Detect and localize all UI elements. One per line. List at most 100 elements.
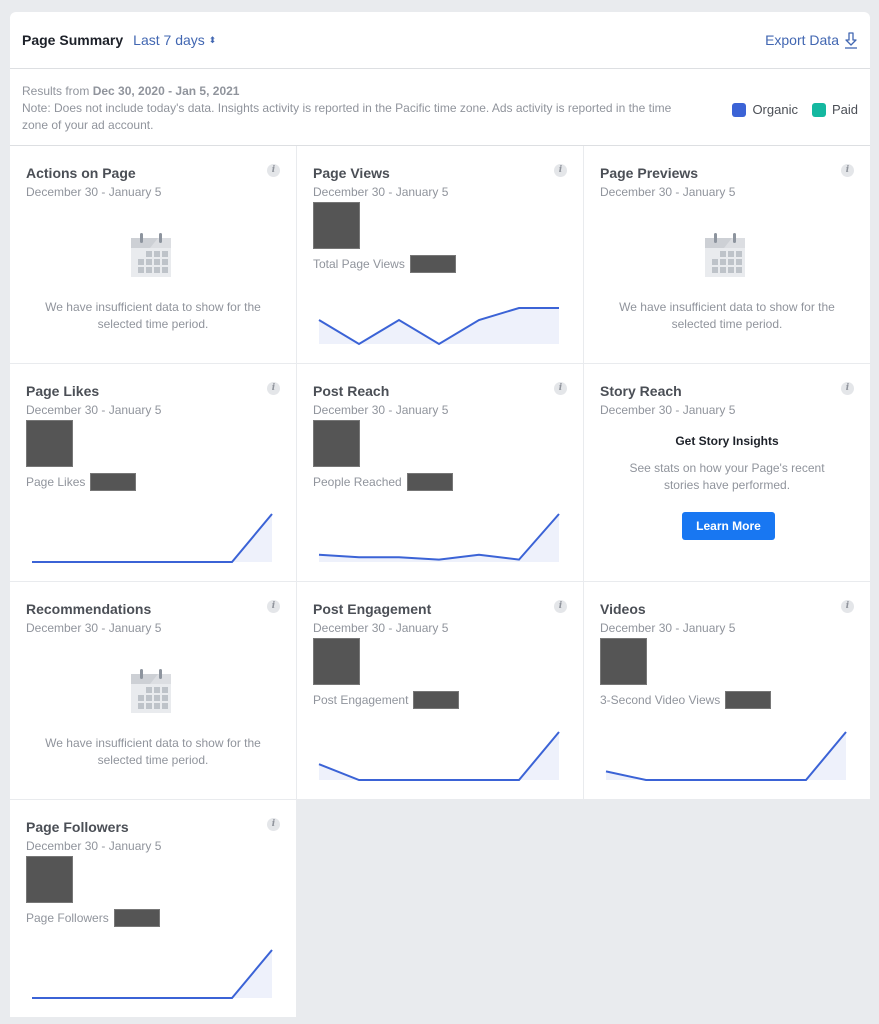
sparkline-line (318, 731, 560, 781)
story-insights-description: See stats on how your Page's recent stor… (629, 461, 825, 492)
metric-label-row: Page Followers (26, 909, 160, 927)
insufficient-data-message: We have insufficient data to show for th… (45, 736, 261, 767)
metric-label-row: 3-Second Video Views (600, 691, 772, 709)
card-post-reach: Post Reach December 30 - January 5 i Peo… (297, 364, 583, 581)
redacted-metric-value (26, 420, 73, 467)
info-icon[interactable]: i (554, 382, 567, 395)
sparkline-line (605, 731, 847, 781)
card-post-engagement: Post Engagement December 30 - January 5 … (297, 582, 583, 799)
redacted-metric-change (406, 473, 453, 491)
card-page-previews: Page Previews December 30 - January 5 i … (584, 146, 870, 363)
info-icon[interactable]: i (267, 818, 280, 831)
card-page-views: Page Views December 30 - January 5 i Tot… (297, 146, 583, 363)
results-range-line: Results from Dec 30, 2020 - Jan 5, 2021 (22, 83, 858, 100)
redacted-metric-value (26, 856, 73, 903)
calendar-icon (130, 668, 172, 719)
card-recommendations: Recommendations December 30 - January 5 … (10, 582, 296, 799)
card-date-range: December 30 - January 5 (600, 403, 736, 417)
card-title: Videos (600, 601, 646, 617)
page-summary-panel: Page Summary Last 7 days ⬍ Export Data R… (10, 12, 870, 146)
calendar-icon (130, 232, 172, 283)
sparkline-area (32, 950, 272, 998)
card-page-likes: Page Likes December 30 - January 5 i Pag… (10, 364, 296, 581)
info-icon[interactable]: i (267, 164, 280, 177)
info-icon[interactable]: i (267, 600, 280, 613)
results-info: Results from Dec 30, 2020 - Jan 5, 2021 … (10, 69, 870, 146)
metric-label-row: Post Engagement (313, 691, 460, 709)
calendar-icon (704, 232, 746, 283)
sparkline-area (319, 308, 559, 344)
date-range-label: Last 7 days (133, 32, 205, 48)
info-icon[interactable]: i (841, 382, 854, 395)
metric-label: 3-Second Video Views (600, 693, 721, 707)
redacted-metric-value (313, 638, 360, 685)
results-prefix: Results from (22, 84, 93, 98)
sparkline-chart (32, 949, 273, 999)
redacted-metric-value (600, 638, 647, 685)
redacted-metric-change (413, 691, 460, 709)
redacted-metric-change (409, 255, 456, 273)
sparkline-line (318, 513, 560, 561)
metric-label: Post Engagement (313, 693, 409, 707)
card-page-followers: Page Followers December 30 - January 5 i… (10, 800, 296, 1017)
sparkline-area (606, 732, 846, 780)
card-title: Post Engagement (313, 601, 432, 617)
redacted-metric-change (113, 909, 160, 927)
metric-label: Page Followers (26, 911, 109, 925)
card-title: Recommendations (26, 601, 152, 617)
insufficient-data-message: We have insufficient data to show for th… (45, 300, 261, 331)
sparkline-line (32, 513, 273, 563)
info-icon[interactable]: i (554, 164, 567, 177)
redacted-metric-value (313, 420, 360, 467)
metric-label: People Reached (313, 475, 402, 489)
card-title: Page Views (313, 165, 390, 181)
card-story-reach: Story Reach December 30 - January 5 i Get… (584, 364, 870, 581)
sparkline-chart (605, 731, 847, 781)
card-title: Story Reach (600, 383, 682, 399)
card-actions-on-page: Actions on Page December 30 - January 5 … (10, 146, 296, 363)
card-date-range: December 30 - January 5 (313, 621, 449, 635)
download-icon (845, 31, 857, 49)
date-range-selector[interactable]: Last 7 days ⬍ (133, 32, 216, 48)
learn-more-button[interactable]: Learn More (682, 512, 775, 540)
page-title: Page Summary (22, 32, 124, 48)
sparkline-chart (318, 513, 560, 562)
metric-label: Page Likes (26, 475, 86, 489)
redacted-metric-change (725, 691, 772, 709)
legend-item-organic: Organic (732, 101, 798, 118)
sparkline-chart (32, 513, 273, 563)
sort-arrows-icon: ⬍ (208, 34, 217, 45)
legend-item-paid: Paid (811, 101, 858, 118)
card-date-range: December 30 - January 5 (26, 839, 162, 853)
card-date-range: December 30 - January 5 (26, 621, 162, 635)
card-date-range: December 30 - January 5 (26, 185, 162, 199)
export-data-button[interactable]: Export Data (765, 31, 858, 49)
info-icon[interactable]: i (267, 382, 280, 395)
card-title: Page Likes (26, 383, 100, 399)
metric-label: Total Page Views (313, 257, 405, 271)
legend-swatch-paid (811, 102, 826, 117)
card-date-range: December 30 - January 5 (600, 185, 736, 199)
card-date-range: December 30 - January 5 (600, 621, 736, 635)
metric-label-row: Page Likes (26, 473, 137, 491)
card-videos: Videos December 30 - January 5 i 3-Secon… (584, 582, 870, 799)
redacted-metric-value (313, 202, 360, 249)
sparkline-chart (318, 731, 560, 781)
card-title: Actions on Page (26, 165, 136, 181)
redacted-metric-change (90, 473, 137, 491)
info-icon[interactable]: i (841, 600, 854, 613)
card-date-range: December 30 - January 5 (26, 403, 162, 417)
sparkline-area (319, 732, 559, 780)
export-data-label: Export Data (765, 32, 839, 48)
sparkline-line (32, 949, 273, 999)
story-insights-heading: Get Story Insights (675, 434, 779, 448)
metric-label-row: Total Page Views (313, 255, 456, 273)
card-date-range: December 30 - January 5 (313, 185, 449, 199)
sparkline-chart (318, 307, 559, 346)
info-icon[interactable]: i (554, 600, 567, 613)
legend-swatch-organic (732, 102, 747, 117)
info-icon[interactable]: i (841, 164, 854, 177)
card-date-range: December 30 - January 5 (313, 403, 449, 417)
metric-label-row: People Reached (313, 473, 453, 491)
card-title: Page Previews (600, 165, 699, 181)
